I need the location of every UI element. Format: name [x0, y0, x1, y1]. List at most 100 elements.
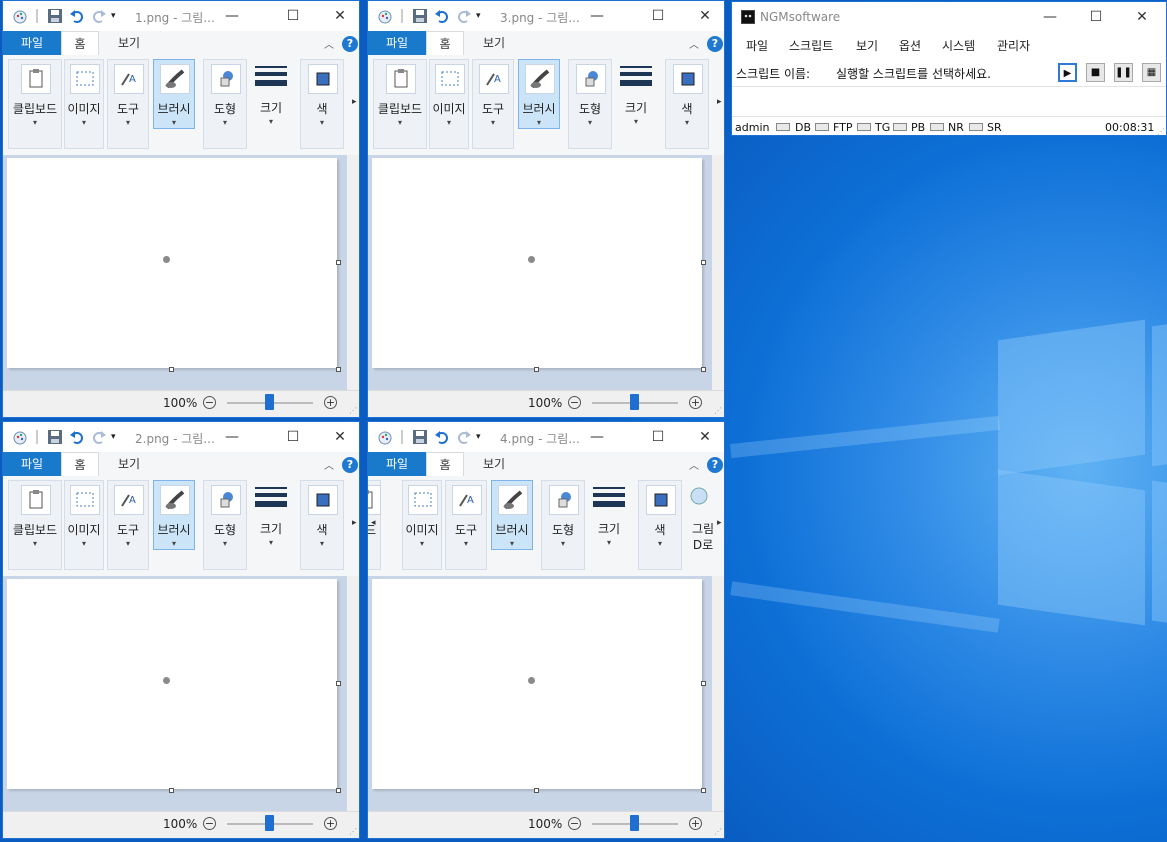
canvas-area[interactable] [368, 576, 724, 812]
menu-admin[interactable]: 관리자 [997, 37, 1030, 54]
ribbon-group-image[interactable]: 이미지 ▾ [429, 59, 469, 149]
menu-options[interactable]: 옵션 [899, 37, 921, 54]
canvas-area[interactable] [3, 155, 359, 391]
title-bar[interactable]: ▾ 3.png - 그림... — ☐ ✕ [368, 1, 724, 31]
resize-handle[interactable] [336, 367, 341, 372]
resize-handle[interactable] [701, 367, 706, 372]
tab-home[interactable]: 홈 [426, 31, 464, 55]
maximize-button[interactable]: ☐ [280, 426, 306, 448]
zoom-slider[interactable] [227, 394, 313, 410]
grid-button[interactable]: ▦ [1142, 63, 1161, 82]
close-button[interactable]: ✕ [1129, 6, 1155, 28]
ribbon-group-size[interactable]: 크기 ▾ [589, 480, 629, 570]
paint-window-1[interactable]: ▾ 1.png - 그림... — ☐ ✕ 파일 홈 보기 ︿ ? 클립보드 ▾ 이… [2, 0, 360, 418]
zoom-slider-thumb[interactable] [630, 394, 639, 410]
customize-toolbar-icon[interactable]: ▾ [111, 429, 127, 445]
ribbon-scroll-right-icon[interactable]: ▸ [352, 518, 357, 528]
close-button[interactable]: ✕ [327, 5, 353, 27]
zoom-in-button[interactable]: + [689, 817, 702, 830]
customize-toolbar-icon[interactable]: ▾ [111, 8, 127, 24]
resize-grip-icon[interactable]: ⋰ [349, 827, 357, 836]
canvas-area[interactable] [368, 155, 724, 391]
zoom-slider[interactable] [592, 394, 678, 410]
zoom-out-button[interactable]: − [203, 817, 216, 830]
ribbon-group-clipboard[interactable]: 클립보드 ▾ [8, 480, 62, 570]
resize-handle[interactable] [701, 260, 706, 265]
resize-handle[interactable] [701, 788, 706, 793]
zoom-in-button[interactable]: + [324, 396, 337, 409]
help-icon[interactable]: ? [342, 36, 358, 52]
resize-grip-icon[interactable]: ⋰ [349, 406, 357, 415]
vertical-scrollbar[interactable] [347, 576, 359, 812]
ribbon-group-size[interactable]: 크기 ▾ [616, 59, 656, 149]
ribbon-group-color[interactable]: 색 ▾ [300, 59, 344, 149]
ribbon-group-size[interactable]: 크기 ▾ [251, 59, 291, 149]
save-icon[interactable] [47, 8, 63, 24]
drawing-canvas[interactable] [7, 579, 337, 789]
ribbon-group-brush[interactable]: 브러시 ▾ [491, 480, 533, 550]
tab-file[interactable]: 파일 [368, 452, 426, 476]
ribbon-group-shapes[interactable]: 도형 ▾ [568, 59, 612, 149]
tab-home[interactable]: 홈 [426, 452, 464, 476]
tab-home[interactable]: 홈 [61, 31, 99, 55]
ribbon-group-size[interactable]: 크기 ▾ [251, 480, 291, 570]
vertical-scrollbar[interactable] [712, 155, 724, 391]
ribbon-group-image[interactable]: 이미지 ▾ [402, 480, 442, 570]
ribbon-group-tools[interactable]: A 도구 ▾ [107, 59, 149, 149]
minimize-button[interactable]: — [584, 426, 610, 448]
redo-icon[interactable] [91, 8, 107, 24]
ribbon-group-tools[interactable]: A 도구 ▾ [107, 480, 149, 570]
resize-handle[interactable] [336, 788, 341, 793]
title-bar[interactable]: NGMsoftware — ☐ ✕ [732, 2, 1166, 32]
zoom-slider[interactable] [227, 815, 313, 831]
zoom-slider-thumb[interactable] [630, 815, 639, 831]
menu-file[interactable]: 파일 [746, 37, 768, 54]
paint-window-3[interactable]: ▾ 2.png - 그림... — ☐ ✕ 파일 홈 보기 ︿ ? 클립보드 ▾ 이… [2, 421, 360, 839]
ribbon-group-brush[interactable]: 브러시 ▾ [153, 59, 195, 129]
ribbon-group-image[interactable]: 이미지 ▾ [64, 480, 104, 570]
resize-handle[interactable] [534, 367, 539, 372]
zoom-slider-thumb[interactable] [265, 815, 274, 831]
maximize-button[interactable]: ☐ [280, 5, 306, 27]
drawing-canvas[interactable] [372, 158, 702, 368]
ribbon-group-clipboard[interactable]: 클립보드 ▾ [373, 59, 427, 149]
ribbon-group-shapes[interactable]: 도형 ▾ [203, 480, 247, 570]
resize-grip-icon[interactable]: ⋰ [1157, 127, 1165, 136]
tab-view[interactable]: 보기 [109, 452, 149, 476]
minimize-button[interactable]: — [219, 5, 245, 27]
resize-handle[interactable] [534, 788, 539, 793]
collapse-ribbon-icon[interactable]: ︿ [324, 36, 334, 51]
help-icon[interactable]: ? [707, 36, 723, 52]
vertical-scrollbar[interactable] [712, 576, 724, 812]
resize-handle[interactable] [336, 681, 341, 686]
title-bar[interactable]: ▾ 1.png - 그림... — ☐ ✕ [3, 1, 359, 31]
ribbon-group-tools[interactable]: A 도구 ▾ [445, 480, 487, 570]
ribbon-scroll-right-icon[interactable]: ▸ [717, 97, 722, 107]
tab-file[interactable]: 파일 [3, 452, 61, 476]
ribbon-group-clipboard[interactable]: 클립보드 ▾ [8, 59, 62, 149]
redo-icon[interactable] [456, 8, 472, 24]
save-icon[interactable] [412, 8, 428, 24]
vertical-scrollbar[interactable] [347, 155, 359, 391]
resize-handle[interactable] [169, 788, 174, 793]
menu-system[interactable]: 시스템 [942, 37, 975, 54]
resize-grip-icon[interactable]: ⋰ [714, 406, 722, 415]
resize-grip-icon[interactable]: ⋰ [714, 827, 722, 836]
resize-handle[interactable] [169, 367, 174, 372]
tab-file[interactable]: 파일 [368, 31, 426, 55]
resize-handle[interactable] [701, 681, 706, 686]
zoom-out-button[interactable]: − [568, 396, 581, 409]
customize-toolbar-icon[interactable]: ▾ [476, 8, 492, 24]
maximize-button[interactable]: ☐ [645, 426, 671, 448]
ribbon-group-shapes[interactable]: 도형 ▾ [541, 480, 585, 570]
ribbon-group-paint3d[interactable]: 그림 D로 [686, 480, 720, 570]
redo-icon[interactable] [456, 429, 472, 445]
zoom-slider[interactable] [592, 815, 678, 831]
pause-button[interactable]: ❚❚ [1114, 63, 1133, 82]
script-name-value[interactable]: 실행할 스크립트를 선택하세요. [836, 65, 991, 82]
ribbon-group-tools[interactable]: A 도구 ▾ [472, 59, 514, 149]
undo-icon[interactable] [69, 8, 85, 24]
ribbon-group-image[interactable]: 이미지 ▾ [64, 59, 104, 149]
tab-view[interactable]: 보기 [474, 31, 514, 55]
menu-script[interactable]: 스크립트 [789, 37, 833, 54]
